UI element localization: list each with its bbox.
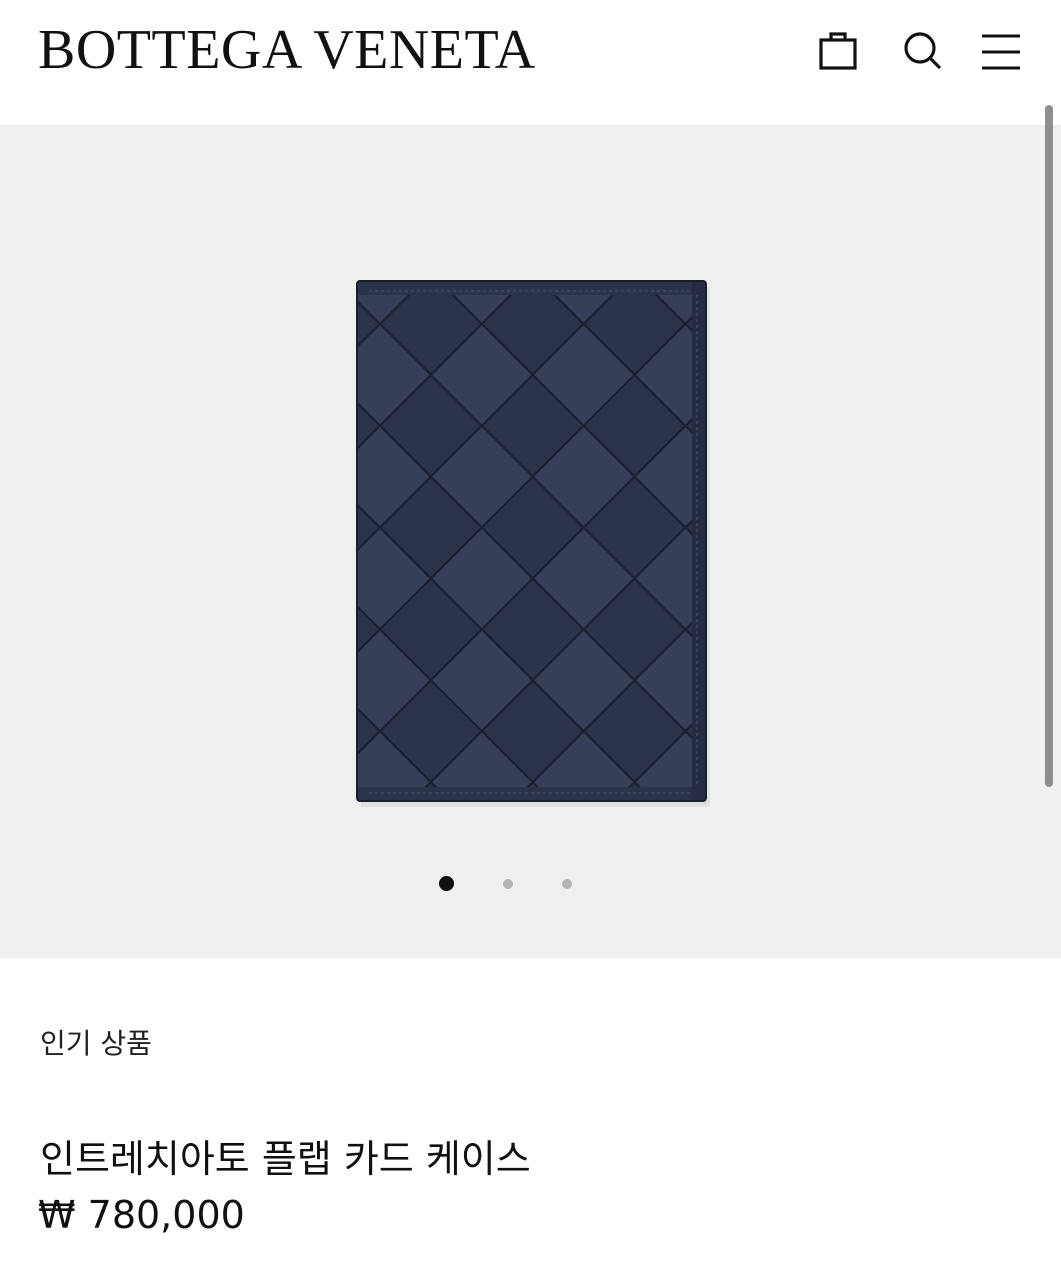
search-icon[interactable] bbox=[898, 26, 946, 74]
shopping-bag-icon[interactable] bbox=[814, 26, 862, 74]
carousel-dot-1[interactable] bbox=[439, 876, 454, 891]
product-image[interactable] bbox=[347, 275, 717, 810]
product-name: 인트레치아토 플랩 카드 케이스 bbox=[40, 1137, 531, 1181]
popular-badge: 인기 상품 bbox=[40, 1027, 152, 1060]
product-price: ₩ 780,000 bbox=[38, 1193, 245, 1237]
carousel-dot-3[interactable] bbox=[562, 879, 572, 889]
menu-icon[interactable] bbox=[976, 26, 1024, 74]
carousel-pagination bbox=[0, 873, 1061, 897]
page-scrollbar[interactable] bbox=[1045, 105, 1053, 787]
site-header: BOTTEGA VENETA bbox=[0, 0, 1061, 125]
product-gallery[interactable] bbox=[0, 125, 1061, 958]
carousel-dot-2[interactable] bbox=[503, 879, 513, 889]
brand-logo[interactable]: BOTTEGA VENETA bbox=[38, 20, 536, 80]
